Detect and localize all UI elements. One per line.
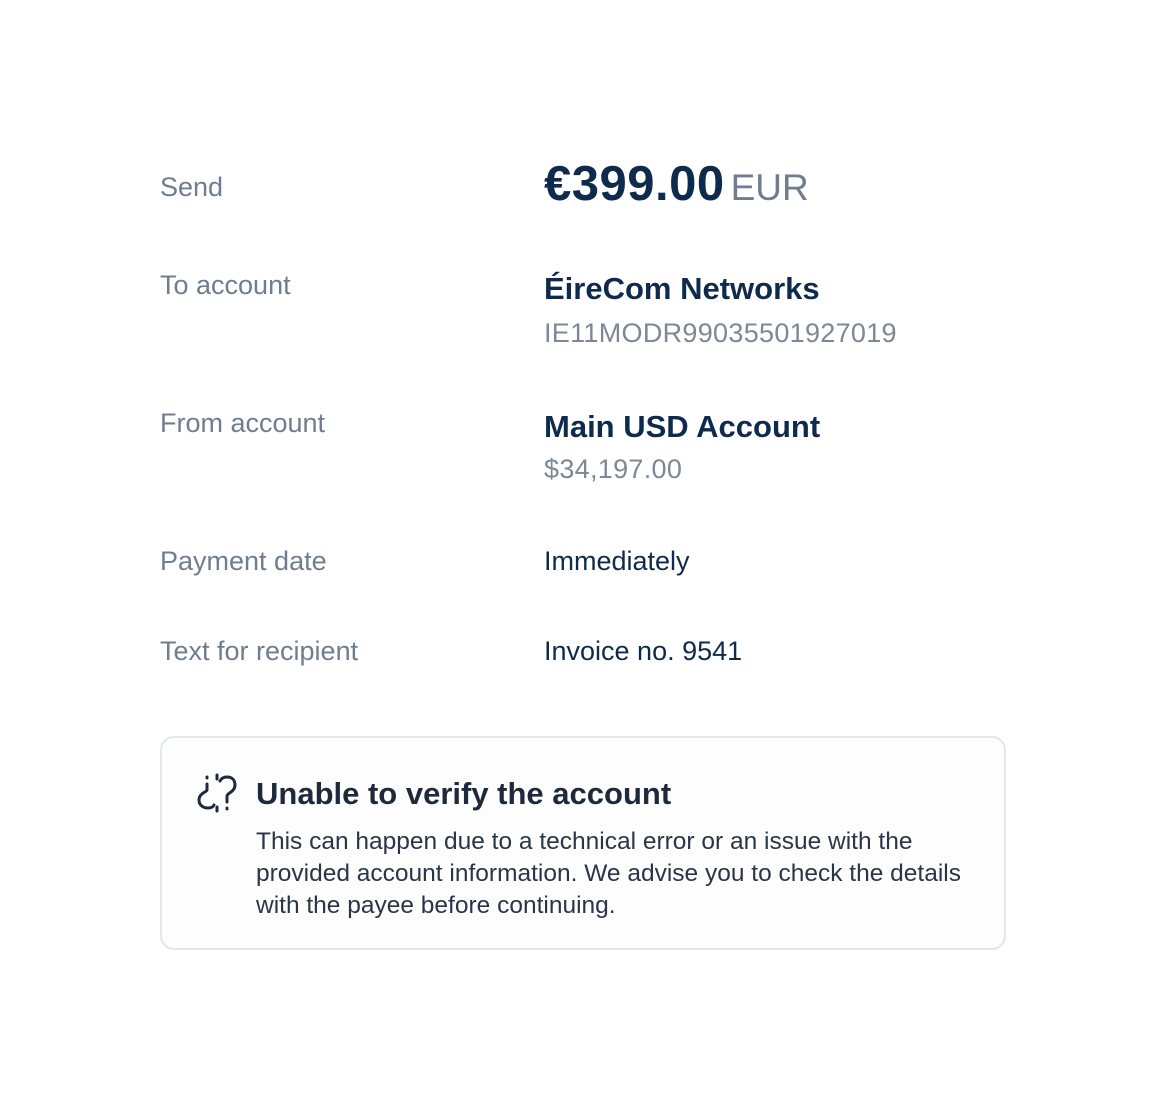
- send-label: Send: [160, 172, 224, 202]
- recipient-text-label: Text for recipient: [160, 636, 359, 666]
- warning-message: This can happen due to a technical error…: [256, 828, 961, 919]
- from-account-label: From account: [160, 408, 326, 438]
- to-account-iban: IE11MODR99035501927019: [544, 318, 897, 348]
- verification-warning: Unable to verify the account This can ha…: [160, 736, 1006, 950]
- to-account-label: To account: [160, 270, 291, 300]
- from-account-balance: $34,197.00: [544, 454, 683, 484]
- payment-date-value: Immediately: [544, 546, 690, 576]
- send-amount-value: €399.00: [544, 157, 725, 211]
- to-account-name: ÉireCom Networks: [544, 271, 820, 306]
- warning-title: Unable to verify the account: [256, 776, 672, 811]
- from-account-name: Main USD Account: [544, 409, 821, 444]
- send-amount: €399.00 EUR: [544, 160, 809, 209]
- recipient-text-value: Invoice no. 9541: [544, 636, 743, 666]
- payment-date-label: Payment date: [160, 546, 327, 576]
- send-currency: EUR: [730, 167, 809, 208]
- broken-link-question-icon: [196, 772, 238, 814]
